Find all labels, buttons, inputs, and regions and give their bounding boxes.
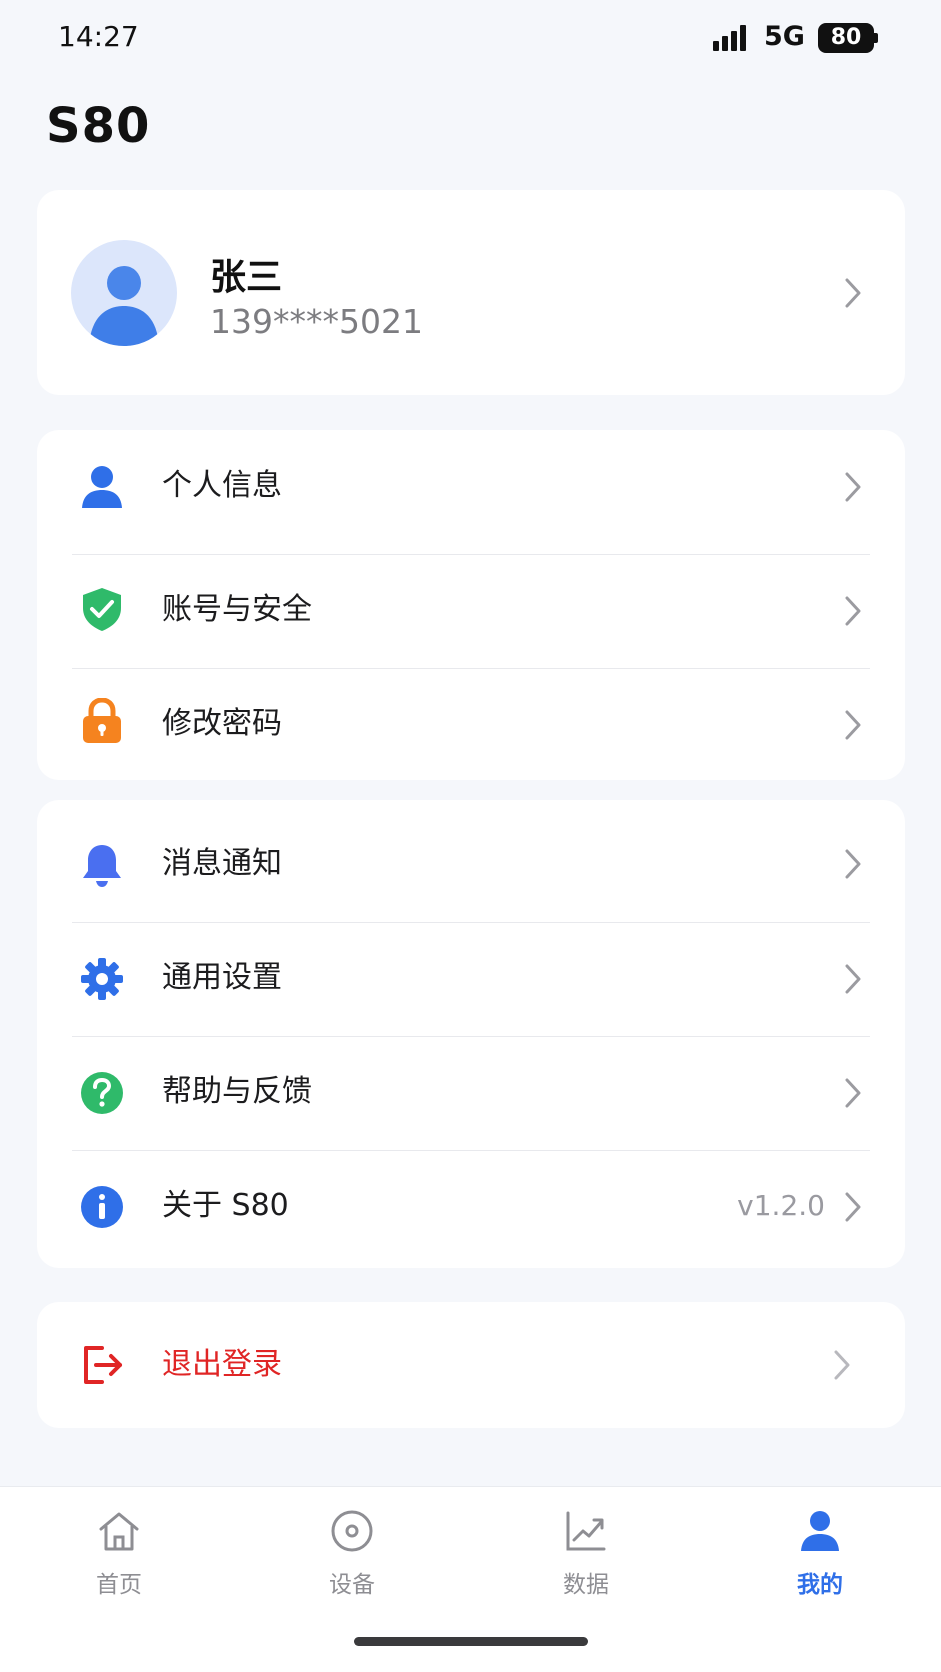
menu-item-label: 帮助与反馈 bbox=[162, 1074, 312, 1109]
menu-item-notifications[interactable]: 消息通知 bbox=[37, 800, 905, 913]
menu-item-label: 个人信息 bbox=[162, 468, 282, 503]
chevron-right-icon bbox=[845, 596, 861, 626]
status-time: 14:27 bbox=[58, 20, 139, 53]
chevron-right-icon bbox=[834, 1350, 850, 1380]
person-icon bbox=[82, 466, 122, 508]
battery-tip bbox=[874, 33, 878, 43]
logout-button[interactable]: 退出登录 bbox=[37, 1302, 905, 1428]
menu-item-change-password[interactable]: 修改密码 bbox=[37, 668, 905, 781]
chevron-right-icon bbox=[845, 1078, 861, 1108]
tab-home[interactable]: 首页 bbox=[59, 1487, 179, 1607]
menu-item-help-feedback[interactable]: 帮助与反馈 bbox=[37, 1036, 905, 1149]
settings-menu-card: 消息通知 通用设置 帮助与反馈 关于 S80 v1.2.0 bbox=[37, 800, 905, 1268]
lock-icon bbox=[83, 698, 121, 743]
shield-check-icon bbox=[83, 588, 121, 631]
home-icon bbox=[99, 1512, 139, 1551]
avatar-person-icon bbox=[89, 266, 159, 346]
device-icon bbox=[331, 1510, 373, 1552]
logout-label: 退出登录 bbox=[162, 1347, 282, 1382]
profile-phone: 139****5021 bbox=[210, 302, 423, 341]
bell-icon bbox=[83, 845, 121, 887]
profile-card[interactable]: 张三 139****5021 bbox=[37, 190, 905, 395]
account-menu-card: 个人信息 账号与安全 修改密码 bbox=[37, 430, 905, 780]
menu-item-account-security[interactable]: 账号与安全 bbox=[37, 554, 905, 667]
profile-name: 张三 bbox=[210, 257, 283, 298]
tab-label: 我的 bbox=[797, 1572, 843, 1598]
avatar bbox=[71, 240, 177, 346]
menu-item-about[interactable]: 关于 S80 v1.2.0 bbox=[37, 1150, 905, 1263]
tab-data[interactable]: 数据 bbox=[526, 1487, 646, 1607]
menu-item-label: 通用设置 bbox=[162, 960, 282, 995]
user-icon bbox=[801, 1511, 839, 1551]
battery-icon: 80 bbox=[818, 23, 874, 53]
menu-item-label: 关于 S80 bbox=[162, 1188, 289, 1223]
tab-mine[interactable]: 我的 bbox=[760, 1487, 880, 1607]
menu-item-label: 消息通知 bbox=[162, 846, 282, 881]
tab-label: 设备 bbox=[329, 1572, 375, 1598]
tab-label: 首页 bbox=[96, 1572, 142, 1598]
question-icon bbox=[81, 1072, 123, 1114]
signal-icon bbox=[713, 25, 746, 51]
network-label: 5G bbox=[764, 21, 805, 52]
status-bar: 14:27 5G 80 bbox=[0, 0, 941, 80]
chevron-right-icon bbox=[845, 849, 861, 879]
menu-item-personal-info[interactable]: 个人信息 bbox=[37, 430, 905, 543]
battery-level: 80 bbox=[830, 25, 862, 50]
chevron-right-icon bbox=[845, 278, 861, 308]
logout-icon bbox=[84, 1346, 122, 1384]
chevron-right-icon bbox=[845, 964, 861, 994]
page-title: S80 bbox=[46, 98, 151, 154]
version-label: v1.2.0 bbox=[737, 1189, 825, 1222]
chevron-right-icon bbox=[845, 710, 861, 740]
tab-device[interactable]: 设备 bbox=[292, 1487, 412, 1607]
menu-item-general-settings[interactable]: 通用设置 bbox=[37, 922, 905, 1035]
gear-icon bbox=[81, 958, 123, 1000]
menu-item-label: 修改密码 bbox=[162, 706, 282, 741]
info-icon bbox=[81, 1186, 123, 1228]
tab-label: 数据 bbox=[563, 1572, 609, 1598]
chevron-right-icon bbox=[845, 472, 861, 502]
chart-icon bbox=[566, 1511, 606, 1551]
home-indicator bbox=[354, 1637, 588, 1646]
chevron-right-icon bbox=[845, 1192, 861, 1222]
menu-item-label: 账号与安全 bbox=[162, 592, 312, 627]
